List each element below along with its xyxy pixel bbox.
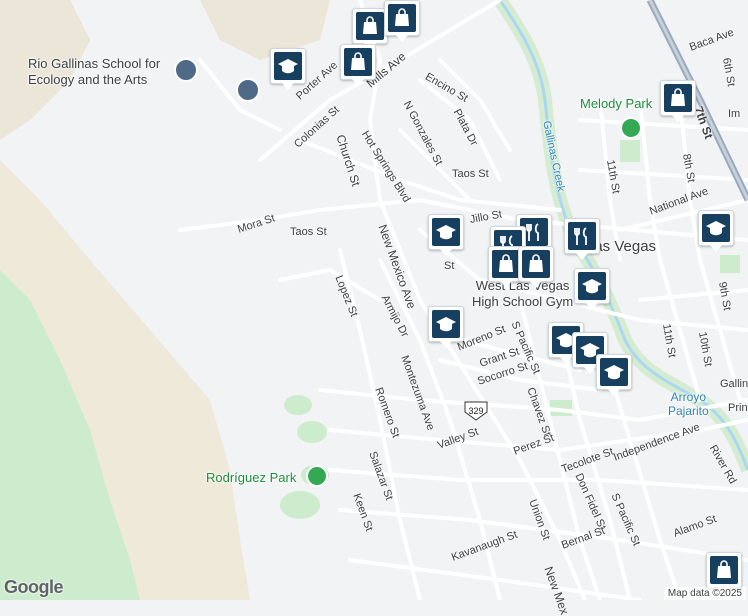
shopping-bag-icon — [671, 88, 685, 106]
arroyo-label: Arroyo Pajarito — [668, 390, 709, 418]
park-tree-icon[interactable] — [620, 117, 642, 139]
graduation-cap-icon — [436, 225, 456, 240]
graduation-cap-icon — [278, 59, 298, 74]
rodriguez-park-label[interactable]: Rodríguez Park — [206, 470, 296, 485]
map-canvas[interactable]: 329 — [0, 0, 748, 600]
shopping-marker[interactable] — [340, 44, 376, 86]
graduation-cap-icon — [604, 365, 624, 380]
school-marker[interactable] — [428, 214, 464, 256]
restaurant-icon — [574, 227, 587, 245]
school-poi-icon[interactable] — [174, 58, 198, 82]
shopping-bag-icon — [351, 52, 365, 70]
park-tree-icon[interactable] — [306, 465, 328, 487]
graduation-cap-icon — [582, 279, 602, 294]
street-label: Taos St — [290, 226, 327, 238]
school-label[interactable]: Rio Gallinas School for Ecology and the … — [28, 56, 160, 88]
shopping-marker[interactable] — [518, 246, 554, 288]
shopping-marker[interactable] — [384, 0, 420, 42]
street-label: Prin — [728, 402, 748, 414]
shopping-bag-icon — [717, 560, 731, 578]
school-marker[interactable] — [698, 210, 734, 252]
street-label: Gallin — [720, 378, 748, 390]
school-marker[interactable] — [596, 354, 632, 396]
high-school-label[interactable]: West Las Vegas High School Gym — [472, 278, 573, 310]
street-label: Taos St — [452, 168, 489, 180]
shopping-bag-icon — [529, 254, 543, 272]
shopping-bag-icon — [499, 254, 513, 272]
graduation-cap-icon — [706, 221, 726, 236]
melody-park-label[interactable]: Melody Park — [580, 96, 652, 111]
shopping-bag-icon — [395, 8, 409, 26]
route-shield-label: 329 — [468, 406, 483, 416]
shopping-marker[interactable] — [660, 80, 696, 122]
shopping-bag-icon — [363, 16, 377, 34]
school-marker[interactable] — [270, 48, 306, 90]
school-marker[interactable] — [574, 268, 610, 310]
school-poi-icon[interactable] — [236, 78, 260, 102]
graduation-cap-icon — [436, 317, 456, 332]
map-attribution[interactable]: Map data ©2025 — [663, 587, 746, 600]
shopping-marker[interactable] — [706, 552, 742, 594]
street-label: St — [444, 260, 455, 272]
street-label: Im — [728, 108, 741, 120]
shopping-marker[interactable] — [352, 8, 388, 50]
restaurant-marker[interactable] — [564, 218, 600, 260]
school-marker[interactable] — [428, 306, 464, 348]
google-logo: Google — [4, 577, 64, 597]
